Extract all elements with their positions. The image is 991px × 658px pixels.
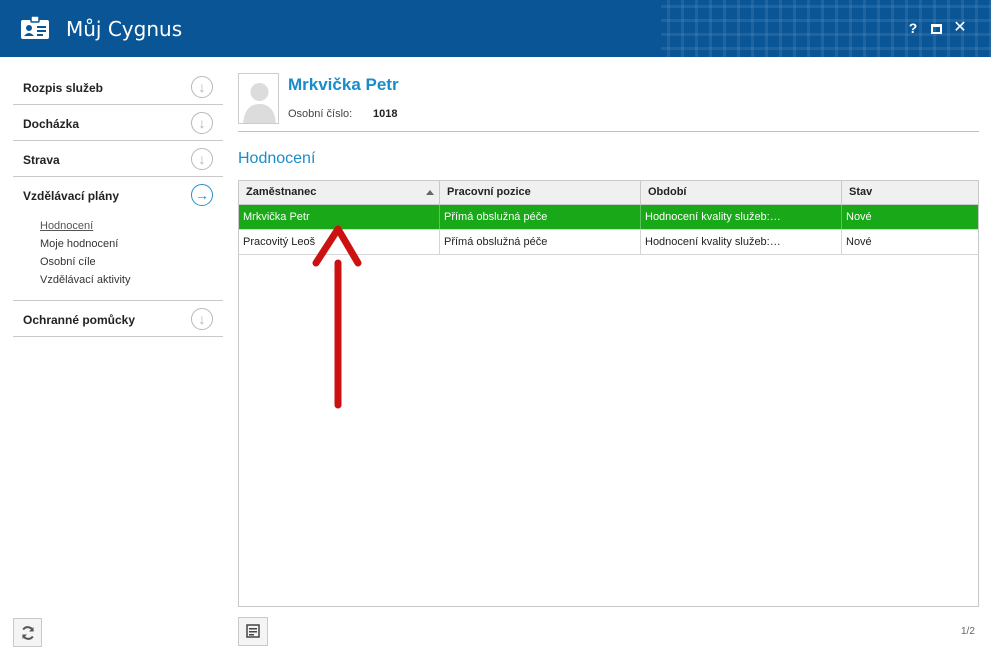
note-button[interactable] xyxy=(238,617,268,646)
arrow-down-circle-icon[interactable]: ↓ xyxy=(191,148,213,170)
sidebar-subnav: Hodnocení Moje hodnocení Osobní cíle Vzd… xyxy=(13,213,223,301)
column-header-position[interactable]: Pracovní pozice xyxy=(440,181,641,204)
section-title: Hodnocení xyxy=(238,150,316,167)
sidebar-item-label: Rozpis služeb xyxy=(23,81,104,95)
table-row[interactable]: Pracovitý Leoš Přímá obslužná péče Hodno… xyxy=(239,230,978,255)
sidebar-item-vzdelavaci-plany[interactable]: Vzdělávací plány → xyxy=(13,177,223,213)
employee-id-label: Osobní číslo: xyxy=(288,108,353,120)
sort-ascending-icon xyxy=(426,190,434,195)
subnav-item-vzdelavaci-aktivity[interactable]: Vzdělávací aktivity xyxy=(40,271,223,289)
cell-position: Přímá obslužná péče xyxy=(440,230,641,254)
sidebar-item-label: Ochranné pomůcky xyxy=(23,313,136,327)
close-button[interactable]: ✕ xyxy=(951,18,969,38)
header-divider xyxy=(238,131,979,132)
arrow-right-circle-icon[interactable]: → xyxy=(191,184,213,206)
column-header-label: Zaměstnanec xyxy=(246,186,317,198)
employee-id-value: 1018 xyxy=(373,108,398,120)
employee-name: Mrkvička Petr xyxy=(288,75,399,94)
arrow-down-circle-icon[interactable]: ↓ xyxy=(191,112,213,134)
cell-status: Nové xyxy=(846,236,872,248)
cell-employee: Mrkvička Petr xyxy=(239,205,440,229)
sidebar-item-dochazka[interactable]: Docházka ↓ xyxy=(13,105,223,141)
note-icon xyxy=(246,624,260,638)
table-header: Zaměstnanec Pracovní pozice Období Stav xyxy=(239,181,978,205)
person-silhouette-icon xyxy=(243,83,276,123)
sidebar-item-label: Strava xyxy=(23,153,60,167)
arrow-down-circle-icon[interactable]: ↓ xyxy=(191,308,213,330)
subnav-item-moje-hodnoceni[interactable]: Moje hodnocení xyxy=(40,235,223,253)
cell-status: Nové xyxy=(846,211,872,223)
refresh-button[interactable] xyxy=(13,618,42,647)
sidebar-item-strava[interactable]: Strava ↓ xyxy=(13,141,223,177)
maximize-button[interactable] xyxy=(927,18,945,38)
app-title: Můj Cygnus xyxy=(66,17,183,41)
subnav-item-hodnoceni[interactable]: Hodnocení xyxy=(40,217,223,235)
avatar xyxy=(238,73,279,124)
cell-employee: Pracovitý Leoš xyxy=(239,230,440,254)
maximize-icon xyxy=(930,24,942,35)
subnav-item-osobni-cile[interactable]: Osobní cíle xyxy=(40,253,223,271)
evaluation-table: Zaměstnanec Pracovní pozice Období Stav … xyxy=(238,180,979,607)
sidebar-item-label: Docházka xyxy=(23,117,80,131)
id-card-icon xyxy=(21,16,49,39)
title-bar: Můj Cygnus ? ✕ xyxy=(0,0,991,57)
sidebar-item-rozpis-sluzeb[interactable]: Rozpis služeb ↓ xyxy=(13,69,223,105)
column-header-employee[interactable]: Zaměstnanec xyxy=(239,181,440,204)
cell-position: Přímá obslužná péče xyxy=(440,205,641,229)
help-button[interactable]: ? xyxy=(904,18,922,38)
column-header-status[interactable]: Stav xyxy=(842,181,978,204)
sidebar-item-ochranne-pomucky[interactable]: Ochranné pomůcky ↓ xyxy=(13,301,223,337)
refresh-icon xyxy=(21,626,34,640)
sidebar-item-label: Vzdělávací plány xyxy=(23,189,120,203)
column-header-period[interactable]: Období xyxy=(641,181,842,204)
table-row[interactable]: Mrkvička Petr Přímá obslužná péče Hodnoc… xyxy=(239,205,978,230)
page-indicator: 1/2 xyxy=(961,626,975,637)
cell-period: Hodnocení kvality služeb:… xyxy=(641,205,842,229)
arrow-down-circle-icon[interactable]: ↓ xyxy=(191,76,213,98)
cell-period: Hodnocení kvality služeb:… xyxy=(641,230,842,254)
sidebar: Rozpis služeb ↓ Docházka ↓ Strava ↓ Vzdě… xyxy=(13,69,223,337)
